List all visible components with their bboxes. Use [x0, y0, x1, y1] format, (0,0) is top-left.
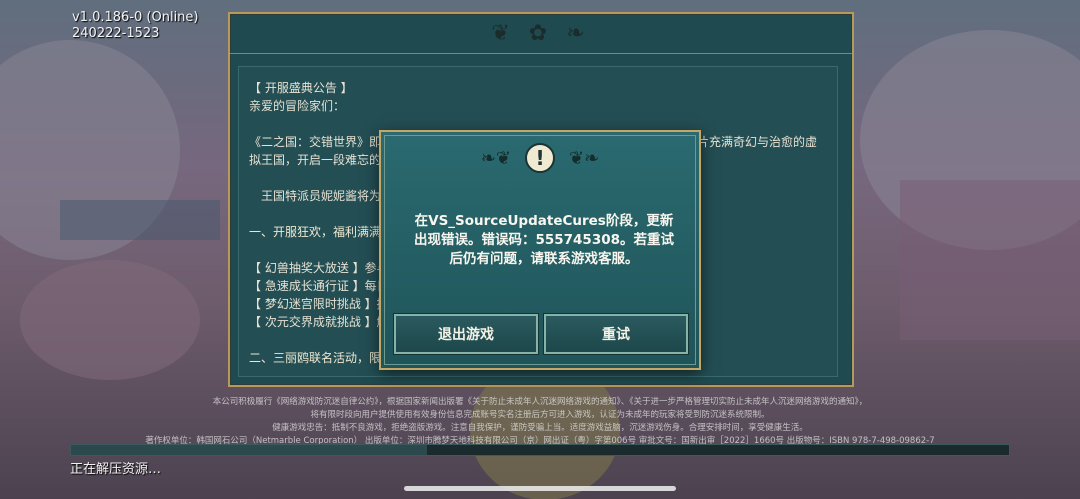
- exclamation-icon: !: [525, 143, 555, 173]
- legal-notice: 本公司积极履行《网络游戏防沉迷自律公约》，根据国家新闻出版署《关于防止未成年人沉…: [100, 396, 980, 448]
- loading-progress-fill: [71, 445, 428, 455]
- home-indicator[interactable]: [404, 486, 676, 491]
- loading-progress-bar: [70, 444, 1010, 456]
- error-dialog: ❧❦ ! ❦❧ 在VS_SourceUpdateCures阶段，更新出现错误。错…: [379, 130, 701, 370]
- version-number: v1.0.186-0 (Online): [72, 10, 199, 25]
- error-message: 在VS_SourceUpdateCures阶段，更新出现错误。错误码：55574…: [413, 213, 675, 267]
- leaf-ornament-icon: ❦❧: [569, 147, 600, 169]
- loading-status-text: 正在解压资源…: [70, 462, 162, 477]
- legal-line: 将有限时段向用户提供使用有效身份信息完成账号实名注册后方可进入游戏，认证为未成年…: [310, 410, 770, 420]
- leaf-ornament-icon: ❧❦: [480, 147, 511, 169]
- exit-game-button[interactable]: 退出游戏: [394, 314, 538, 354]
- retry-button[interactable]: 重试: [544, 314, 688, 354]
- announcement-title: 【 开服盛典公告 】: [249, 81, 353, 95]
- build-number: 240222-1523: [72, 26, 160, 41]
- dialog-header: ❧❦ ! ❦❧: [381, 138, 699, 178]
- legal-line: 健康游戏忠告：抵制不良游戏，拒绝盗版游戏。注意自我保护，谨防受骗上当。适度游戏益…: [272, 423, 808, 433]
- announcement-header: ❦ ✿ ❧: [230, 14, 852, 54]
- announcement-greeting: 亲爱的冒险家们：: [249, 99, 346, 113]
- floral-ornament-icon: ❦ ✿ ❧: [491, 21, 591, 46]
- version-label: v1.0.186-0 (Online) 240222-1523: [72, 10, 198, 42]
- legal-line: 本公司积极履行《网络游戏防沉迷自律公约》，根据国家新闻出版署《关于防止未成年人沉…: [212, 397, 868, 407]
